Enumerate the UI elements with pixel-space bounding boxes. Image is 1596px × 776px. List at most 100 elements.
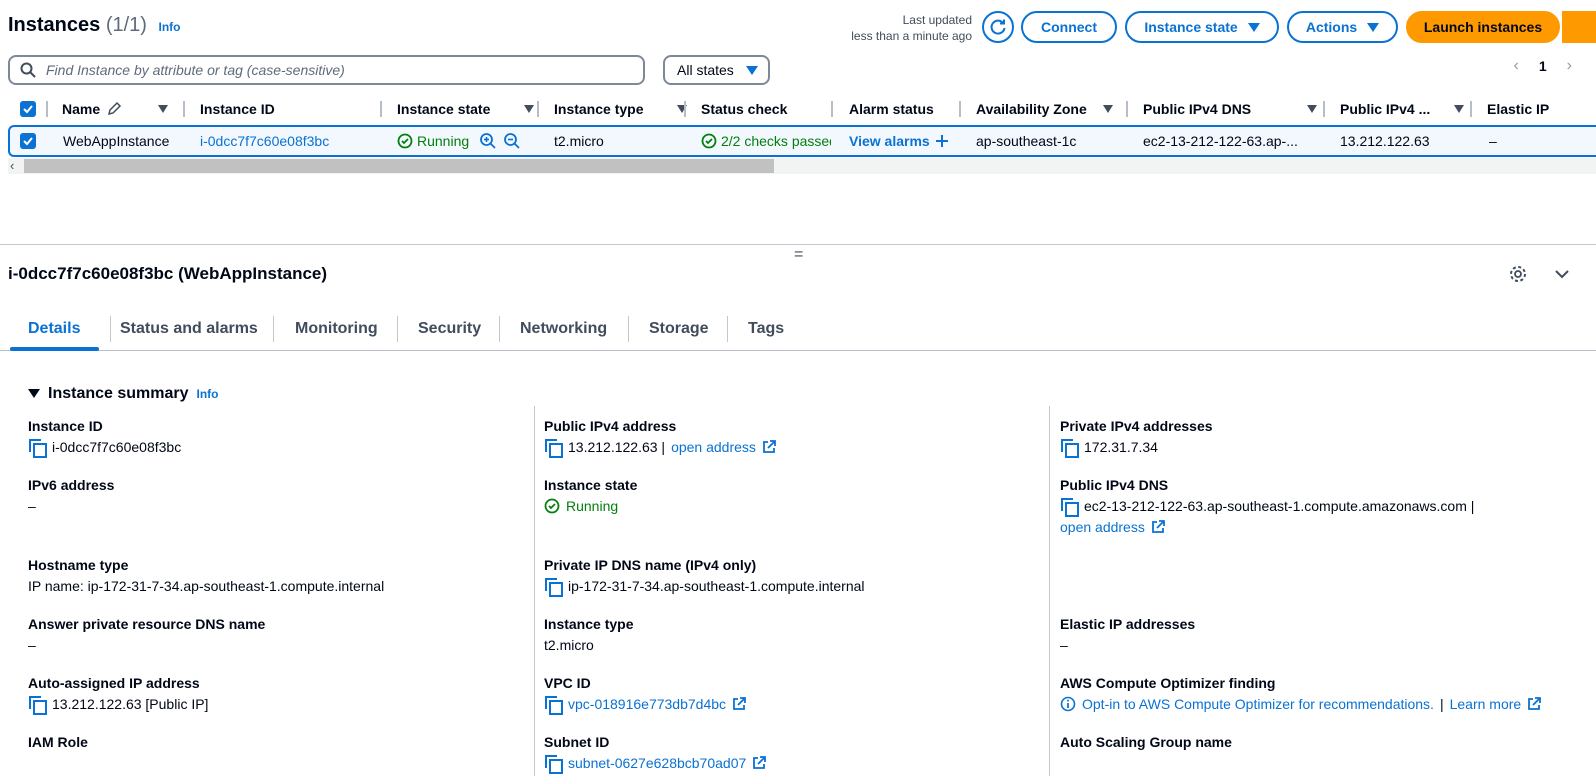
field-instance-state: Instance state Running [544, 477, 638, 514]
copy-icon[interactable] [1060, 438, 1079, 458]
tab-security[interactable]: Security [418, 320, 481, 338]
col-public-dns[interactable]: Public IPv4 DNS [1143, 96, 1318, 122]
field-optimizer: AWS Compute Optimizer finding Opt-in to … [1060, 675, 1542, 713]
col-alarm-status[interactable]: Alarm status [849, 96, 934, 122]
tab-monitoring[interactable]: Monitoring [295, 320, 378, 338]
search-icon [20, 62, 36, 78]
zoom-out-icon[interactable] [503, 132, 521, 150]
caret-down-icon [1247, 22, 1260, 32]
cell-elastic-ip: – [1489, 133, 1497, 149]
connect-button[interactable]: Connect [1021, 11, 1117, 43]
copy-icon[interactable] [1060, 497, 1079, 517]
split-divider [0, 244, 1596, 245]
cell-state: Running [397, 127, 521, 155]
launch-instances-dropdown[interactable] [1560, 11, 1596, 43]
col-public-ipv4[interactable]: Public IPv4 ... [1340, 96, 1465, 122]
field-vpc-id: VPC ID vpc-018916e773db7d4bc [544, 675, 746, 715]
sort-icon [524, 105, 535, 113]
actions-button[interactable]: Actions [1287, 11, 1398, 43]
copy-icon[interactable] [28, 695, 47, 715]
detail-title: i-0dcc7f7c60e08f3bc (WebAppInstance) [8, 264, 328, 283]
page-number[interactable]: 1 [1539, 58, 1547, 74]
open-address-link[interactable]: open address [671, 438, 756, 456]
tab-details[interactable]: Details [28, 320, 80, 338]
tab-networking[interactable]: Networking [520, 320, 607, 338]
copy-icon[interactable] [544, 754, 563, 774]
scrollbar-thumb[interactable] [24, 159, 774, 173]
resize-handle[interactable]: = [794, 247, 803, 263]
field-hostname-type: Hostname type IP name: ip-172-31-7-34.ap… [28, 557, 385, 594]
refresh-icon [990, 19, 1006, 35]
column-divider [534, 406, 535, 776]
copy-icon[interactable] [544, 695, 563, 715]
copy-icon[interactable] [28, 438, 47, 458]
cell-status-check: 2/2 checks passed [701, 127, 831, 155]
edit-icon[interactable] [106, 101, 122, 117]
instance-summary-toggle[interactable]: Instance summary Info [28, 385, 219, 403]
external-link-icon[interactable] [1151, 520, 1165, 534]
field-answer-dns: Answer private resource DNS name – [28, 616, 266, 653]
col-instance-state[interactable]: Instance state [397, 96, 535, 122]
optimizer-opt-in-link[interactable]: Opt-in to AWS Compute Optimizer for reco… [1082, 695, 1434, 713]
table-header: Name Instance ID Instance state Instance… [8, 96, 1596, 122]
external-link-icon[interactable] [762, 440, 776, 454]
external-link-icon[interactable] [1527, 697, 1542, 711]
field-subnet-id: Subnet ID subnet-0627e628bcb70ad07 [544, 734, 767, 776]
caret-down-icon [28, 389, 40, 398]
prev-page-icon[interactable]: ‹ [1514, 57, 1519, 75]
refresh-button[interactable] [982, 11, 1014, 43]
col-availability-zone[interactable]: Availability Zone [976, 96, 1113, 122]
external-link-icon[interactable] [752, 756, 767, 770]
chevron-down-icon[interactable] [1554, 266, 1570, 282]
launch-instances-button[interactable]: Launch instances [1406, 11, 1560, 43]
page-title: Instances (1/1) Info [8, 14, 181, 36]
sort-icon[interactable] [158, 105, 169, 113]
instance-count: (1/1) [105, 14, 147, 36]
field-private-ipv4: Private IPv4 addresses 172.31.7.34 [1060, 418, 1213, 458]
gear-icon[interactable] [1508, 264, 1528, 284]
field-instance-type: Instance type t2.micro [544, 616, 634, 653]
table-row[interactable]: WebAppInstance i-0dcc7f7c60e08f3bc Runni… [8, 125, 1596, 157]
cell-public-dns: ec2-13-212-122-63.ap-... [1143, 133, 1298, 149]
add-icon[interactable] [935, 135, 948, 147]
tab-status-alarms[interactable]: Status and alarms [120, 320, 258, 338]
tab-storage[interactable]: Storage [649, 320, 709, 338]
copy-icon[interactable] [544, 438, 563, 458]
field-iam-role: IAM Role [28, 734, 88, 750]
col-instance-type[interactable]: Instance type [554, 96, 688, 122]
sort-icon [1102, 105, 1113, 113]
scroll-left-icon[interactable]: ‹ [10, 158, 14, 173]
instance-state-button[interactable]: Instance state [1125, 11, 1279, 43]
col-status-check[interactable]: Status check [701, 96, 787, 122]
vpc-link[interactable]: vpc-018916e773db7d4bc [568, 695, 726, 713]
field-public-ipv4: Public IPv4 address 13.212.122.63 | open… [544, 418, 776, 458]
copy-icon[interactable] [544, 577, 563, 597]
search-input[interactable] [46, 62, 606, 78]
learn-more-link[interactable]: Learn more [1450, 695, 1522, 713]
caret-down-icon [1367, 22, 1380, 32]
select-all-checkbox[interactable] [20, 96, 36, 122]
field-instance-id: Instance ID i-0dcc7f7c60e08f3bc [28, 418, 182, 458]
subnet-link[interactable]: subnet-0627e628bcb70ad07 [568, 754, 746, 772]
cell-instance-id-link[interactable]: i-0dcc7f7c60e08f3bc [200, 127, 329, 155]
zoom-in-icon[interactable] [479, 132, 497, 150]
state-filter-select[interactable]: All states [663, 55, 770, 85]
cell-public-ipv4: 13.212.122.63 [1340, 133, 1430, 149]
external-link-icon[interactable] [732, 697, 746, 711]
success-icon [544, 498, 560, 514]
last-updated: Last updated less than a minute ago [851, 13, 972, 43]
info-link[interactable]: Info [159, 20, 181, 34]
field-auto-ip: Auto-assigned IP address 13.212.122.63 [… [28, 675, 209, 715]
field-private-dns: Private IP DNS name (IPv4 only) ip-172-3… [544, 557, 865, 597]
open-address-link[interactable]: open address [1060, 518, 1145, 536]
tab-tags[interactable]: Tags [748, 320, 784, 338]
col-name[interactable]: Name [62, 96, 169, 122]
col-elastic-ip[interactable]: Elastic IP [1487, 96, 1549, 122]
field-ipv6: IPv6 address – [28, 477, 115, 514]
next-page-icon[interactable]: › [1567, 57, 1572, 75]
info-link[interactable]: Info [197, 387, 219, 401]
search-bar[interactable] [8, 55, 645, 85]
col-instance-id[interactable]: Instance ID [200, 96, 275, 122]
view-alarms-link[interactable]: View alarms [849, 127, 948, 155]
row-checkbox[interactable] [20, 127, 36, 155]
